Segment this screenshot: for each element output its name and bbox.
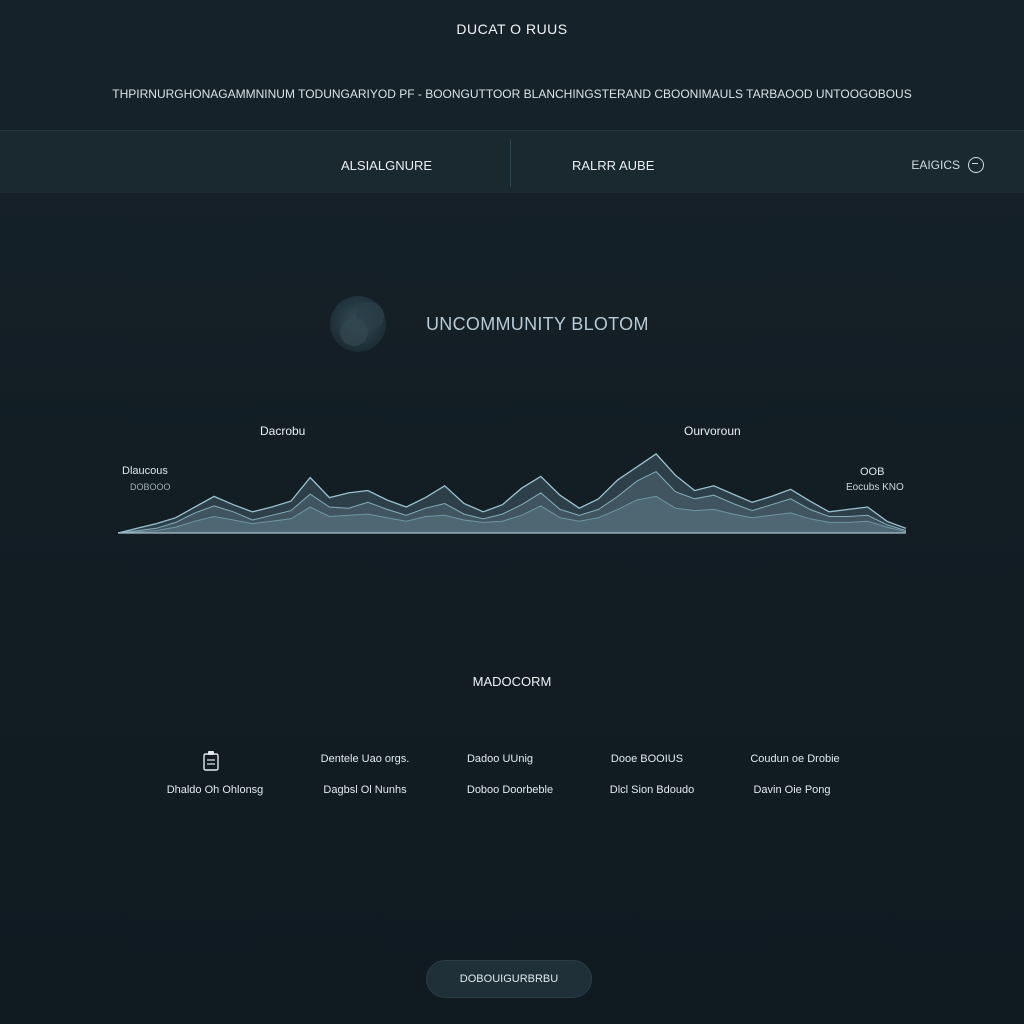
chart-label-side-right-sub: Eocubs KNO: [846, 482, 904, 493]
nav-right-label: EAIGICS: [911, 158, 960, 172]
feature-grid: Dentele Uao orgs. Dadoo UUnig Dooe BOOIU…: [145, 748, 885, 818]
nav-item-1[interactable]: ALSIALGNURE: [341, 158, 432, 173]
grid-head-3: Dadoo UUnig: [466, 753, 534, 765]
grid-head-2: Dentele Uao orgs.: [320, 753, 410, 765]
document-icon: [203, 751, 219, 771]
chart-label-peak-left: Dacrobu: [260, 424, 306, 438]
chart-label-side-left-sub: DOBOOO: [130, 482, 171, 492]
app-title: DUCAT O RUUS: [456, 21, 568, 37]
grid-sub-4[interactable]: Dlcl Sion Bdoudo: [582, 784, 722, 796]
nav-right-dropdown[interactable]: EAIGICS: [911, 157, 984, 173]
grid-sub-5[interactable]: Davin Oie Pong: [722, 784, 862, 796]
chevron-down-icon[interactable]: [968, 157, 984, 173]
tagline: THPIRNURGHONAGAMMNINUM TODUNGARIYOD PF -…: [112, 87, 912, 101]
hero: UNCOMMUNITY BLOTOM: [324, 288, 744, 360]
grid-sub-1[interactable]: Dhaldo Oh Ohlonsg: [145, 784, 285, 796]
grid-head-5: Coudun oe Drobie: [750, 753, 840, 765]
top-header: DUCAT O RUUS THPIRNURGHONAGAMMNINUM TODU…: [0, 0, 1024, 130]
grid-sub-2[interactable]: Dagbsl Ol Nunhs: [295, 784, 435, 796]
chart: Dacrobu Ourvoroun Dlaucous DOBOOO OOB Eo…: [110, 420, 910, 560]
grid-head-4: Dooe BOOIUS: [610, 753, 684, 765]
nav-item-2[interactable]: RALRR AUBE: [572, 158, 654, 173]
nav-bar: ALSIALGNURE RALRR AUBE EAIGICS: [0, 130, 1024, 193]
grid-sub-3[interactable]: Doboo Doorbeble: [440, 784, 580, 796]
chart-label-side-right: OOB: [860, 466, 885, 478]
chart-label-side-left: Dlaucous: [122, 465, 168, 477]
chart-label-peak-right: Ourvoroun: [684, 424, 741, 438]
chart-svg: [117, 453, 907, 534]
primary-cta-button[interactable]: DOBOUIGURBRBU: [426, 960, 592, 998]
brand-logo-icon: [330, 296, 386, 352]
nav-divider: [510, 139, 511, 187]
section-title: MADOCORM: [472, 674, 552, 689]
hero-title: UNCOMMUNITY BLOTOM: [426, 314, 649, 334]
